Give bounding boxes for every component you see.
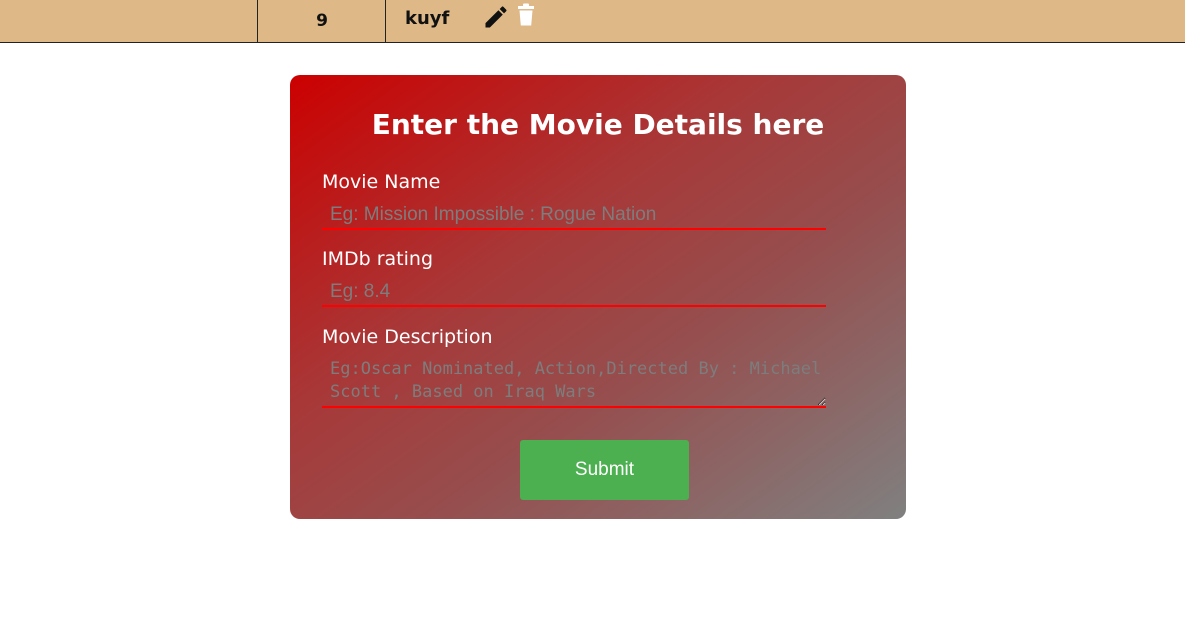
imdb-rating-input[interactable] [322,279,826,307]
submit-button[interactable]: Submit [520,440,689,500]
pencil-icon[interactable] [482,3,510,31]
movie-id-cell: 9 [316,11,328,31]
form-title: Enter the Movie Details here [371,108,825,141]
movie-name-label: Movie Name [322,171,441,193]
movie-name-cell: kuyf [405,7,450,29]
movie-description-textarea[interactable] [322,358,826,408]
movie-form-card: Enter the Movie Details here Movie Name … [290,75,906,519]
trash-icon[interactable] [516,3,536,27]
imdb-rating-label: IMDb rating [322,248,434,270]
movie-name-input[interactable] [322,202,826,230]
movie-description-label: Movie Description [322,326,493,348]
movie-table-row: 9 kuyf [0,0,1185,43]
